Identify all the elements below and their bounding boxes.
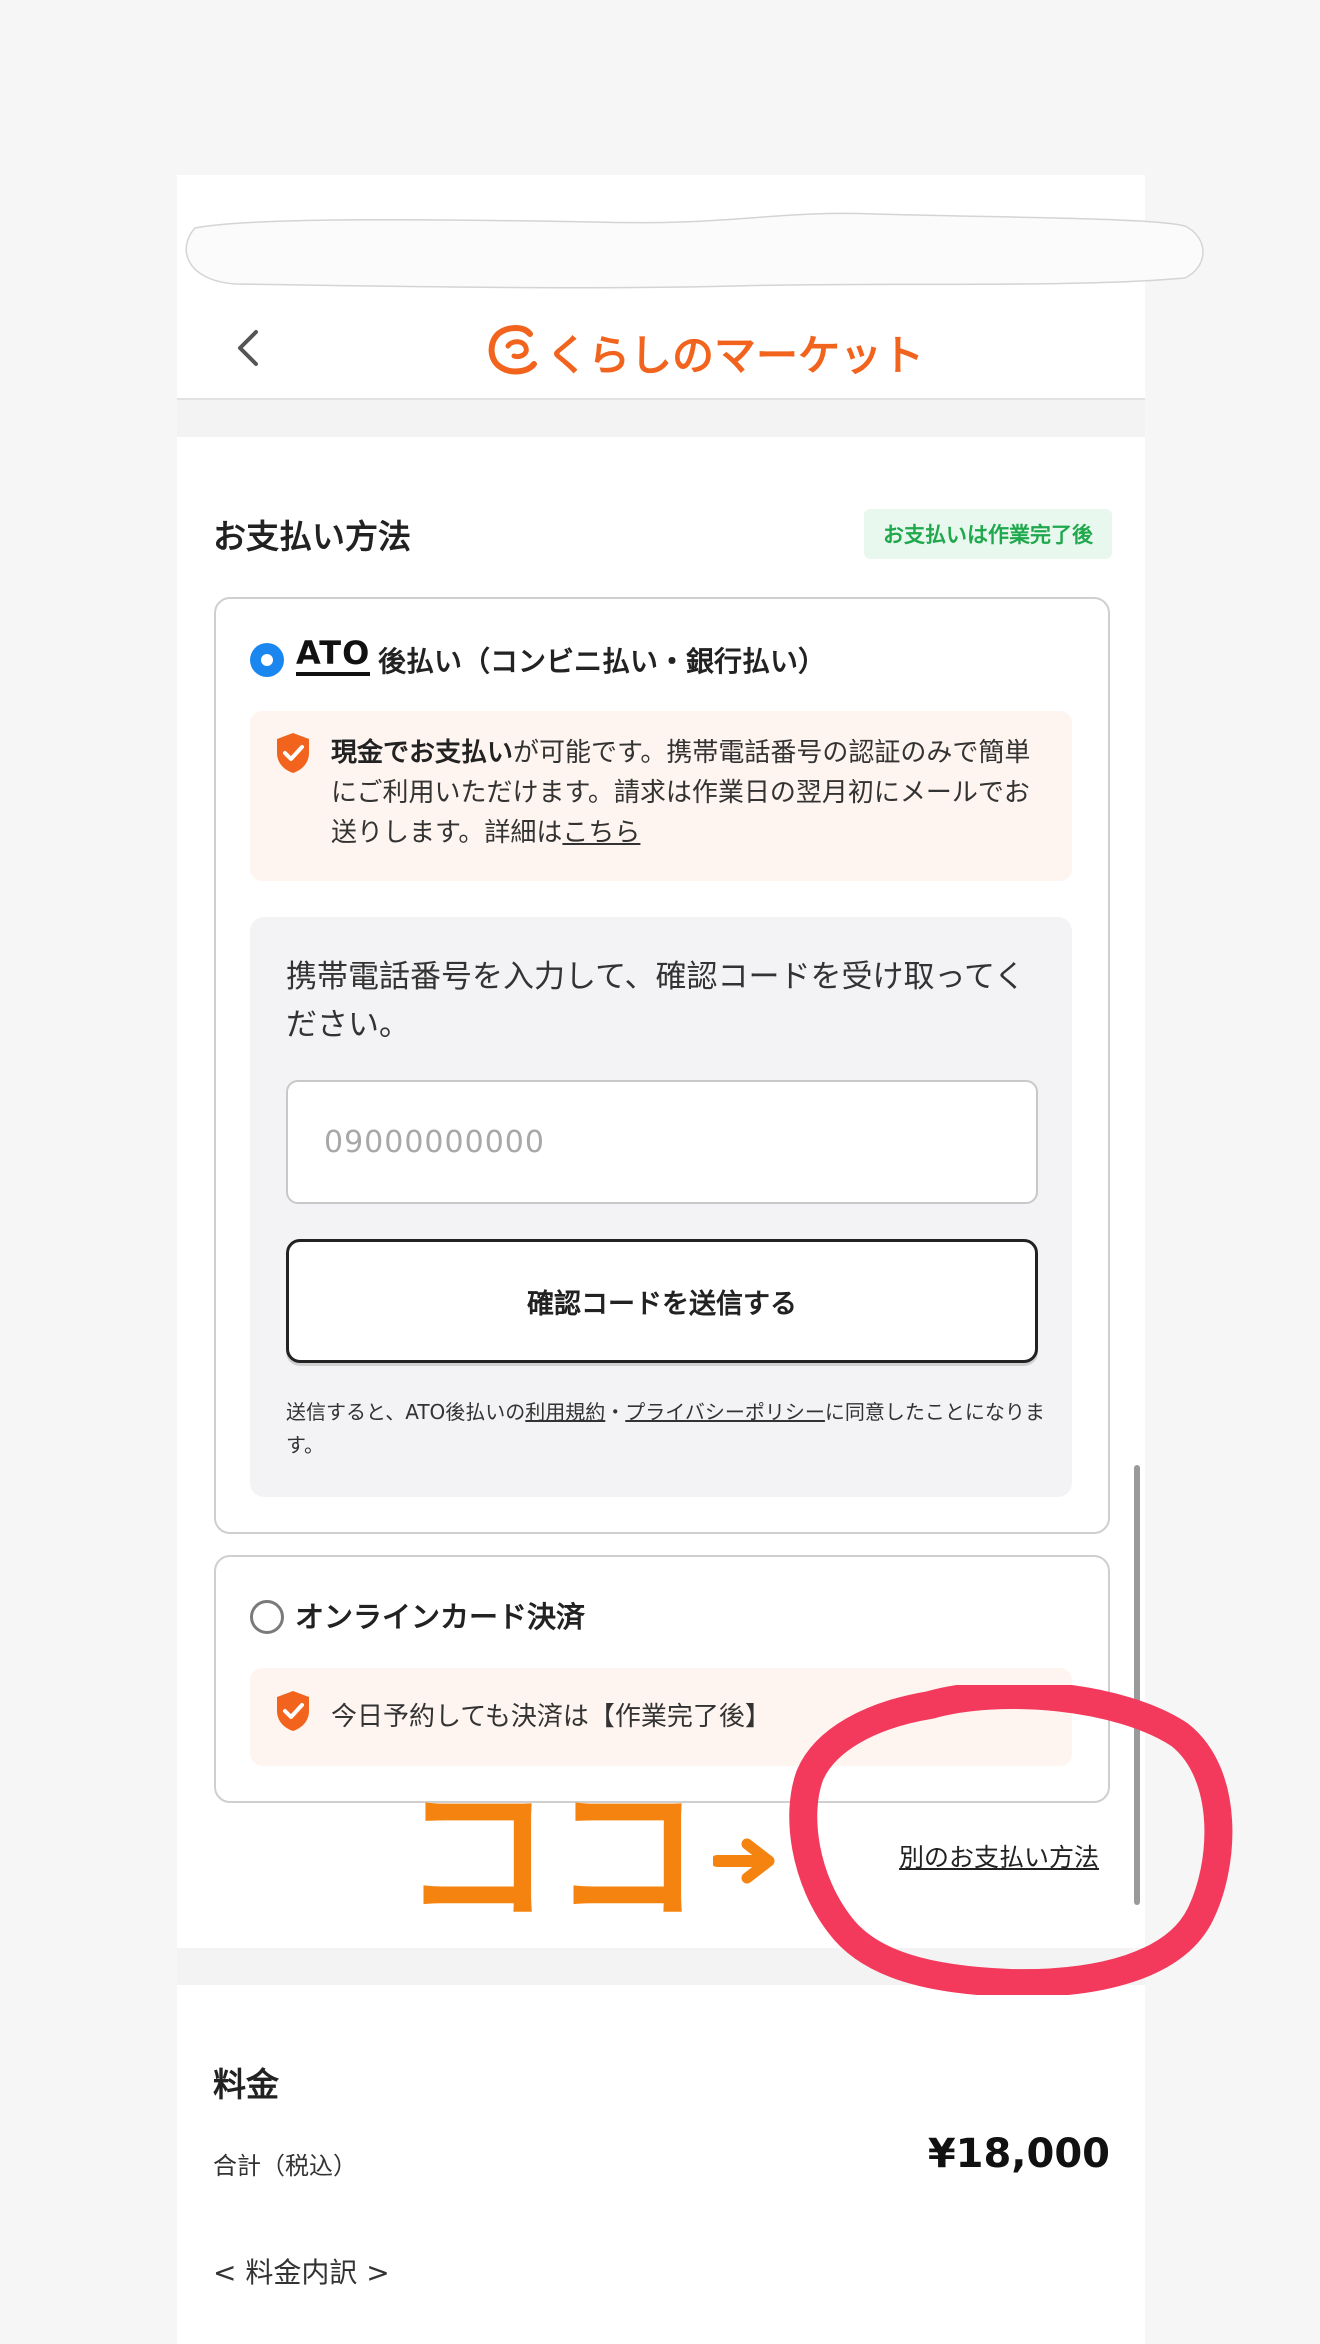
ato-option-label: 後払い（コンビニ払い・銀行払い） bbox=[378, 645, 827, 678]
terms-notice: 送信すると、ATO後払いの利用規約・プライバシーポリシーに同意したことになります… bbox=[286, 1396, 1046, 1462]
payment-timing-badge: お支払いは作業完了後 bbox=[864, 509, 1112, 559]
annotation-koko-text: ココ bbox=[402, 1790, 702, 1926]
ato-logo: ATO bbox=[296, 636, 371, 676]
annotation-koko-glyphs: ココ bbox=[402, 1790, 702, 1926]
ato-notice-bold: 現金でお支払い bbox=[331, 738, 514, 768]
verify-instruction: 携帯電話番号を入力して、確認コードを受け取ってください。 bbox=[286, 959, 1026, 1043]
total-amount: ¥18,000 bbox=[927, 2131, 1110, 2177]
address-bar-scribble bbox=[185, 212, 1204, 289]
terms-prefix: 送信すると、ATO後払いの bbox=[286, 1400, 526, 1424]
back-chevron-icon[interactable] bbox=[222, 320, 278, 376]
fee-breakdown-toggle[interactable]: < 料金内訳 > bbox=[213, 2251, 390, 2291]
phone-number-input[interactable] bbox=[286, 1080, 1038, 1204]
radio-ato-selected[interactable] bbox=[250, 643, 284, 677]
logo-mark-icon bbox=[488, 325, 537, 375]
ato-notice-text: 現金でお支払いが可能です。携帯電話番号の認証のみで簡単にご利用いただけます。請求… bbox=[331, 733, 1051, 853]
terms-of-use-link[interactable]: 利用規約 bbox=[525, 1400, 605, 1424]
details-link[interactable]: こちら bbox=[562, 818, 640, 848]
shield-check-icon bbox=[277, 1691, 309, 1731]
page-background-top bbox=[0, 0, 1320, 175]
payment-section-title: お支払い方法 bbox=[213, 517, 411, 556]
send-code-button[interactable]: 確認コードを送信する bbox=[286, 1239, 1038, 1363]
total-label: 合計（税込） bbox=[213, 2152, 357, 2180]
card-notice-text: 今日予約しても決済は【作業完了後】 bbox=[331, 1702, 771, 1732]
shield-check-icon bbox=[277, 733, 309, 773]
annotation-arrow-icon bbox=[713, 1838, 775, 1884]
radio-card-unselected[interactable] bbox=[250, 1600, 284, 1634]
fee-section-title: 料金 bbox=[213, 2065, 279, 2104]
privacy-policy-link[interactable]: プライバシーポリシー bbox=[625, 1400, 825, 1424]
app-logo: くらしのマーケット bbox=[546, 331, 925, 380]
section-divider bbox=[177, 400, 1145, 437]
terms-separator: ・ bbox=[605, 1400, 626, 1424]
card-option-label: オンラインカード決済 bbox=[295, 1600, 586, 1634]
annotation-circle-highlight bbox=[789, 1685, 1233, 1995]
